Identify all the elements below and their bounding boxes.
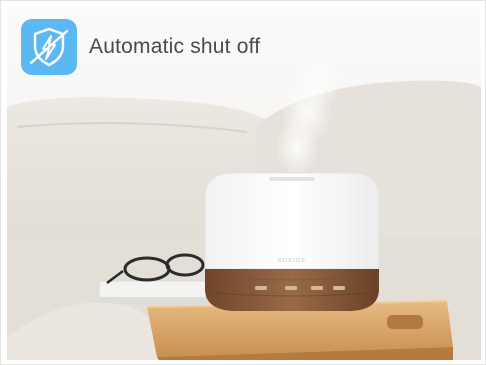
feature-label: Automatic shut off xyxy=(89,35,261,58)
aroma-diffuser: COSIOS xyxy=(204,172,380,311)
shield-bolt-icon xyxy=(21,19,77,75)
product-image-frame: COSIOS Automatic shut off xyxy=(0,0,486,365)
brand-mark: COSIOS xyxy=(278,258,306,264)
feature-callout: Automatic shut off xyxy=(21,19,260,75)
